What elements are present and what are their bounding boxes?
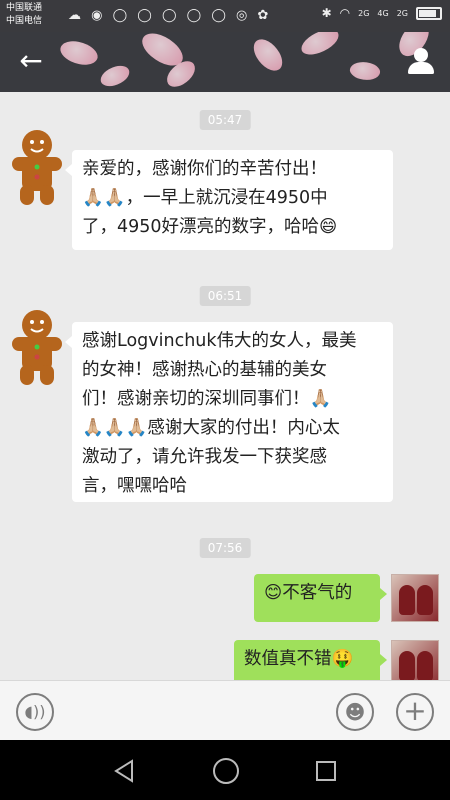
home-circle-icon[interactable] (213, 758, 239, 784)
carrier-1-label: 中国联通 (6, 3, 43, 13)
bluetooth-icon: ✱ (321, 6, 332, 20)
message-line: 😊不客气的 (264, 583, 353, 603)
user-avatar[interactable] (391, 640, 439, 680)
message-line: 🙏🏼🙏🏼🙏🏼感谢大家的付出！内心太 (82, 418, 340, 438)
sent-message-bubble[interactable]: 😊不客气的 (254, 574, 387, 622)
received-message-bubble[interactable]: 亲爱的，感谢你们的辛苦付出！ 🙏🏼🙏🏼，一早上就沉浸在4950中 了，4950好… (65, 150, 393, 250)
petal-decoration (57, 35, 101, 71)
voice-icon: ◖)) (24, 702, 46, 721)
back-button[interactable]: ← (14, 46, 48, 80)
more-button[interactable]: + (396, 693, 434, 731)
sent-message-bubble[interactable]: 数值真不错🤑 (234, 640, 387, 680)
message-line: 亲爱的，感谢你们的辛苦付出！ (82, 159, 327, 179)
message-line: 了，4950好漂亮的数字，哈哈😄 (82, 217, 338, 237)
gingerbread-avatar[interactable] (2, 127, 72, 207)
emoji-icon: ☻ (344, 700, 366, 724)
gingerbread-avatar[interactable] (2, 307, 72, 387)
message-line: 言，嘿嘿哈哈 (82, 476, 187, 496)
petal-decoration (297, 32, 343, 59)
emoji-button[interactable]: ☻ (336, 693, 374, 731)
signal-label: 4G (377, 8, 389, 18)
message-list[interactable]: 05:47 亲爱的，感谢你们的辛苦付出！ 🙏🏼🙏🏼，一早上就沉浸在4950中 了… (0, 92, 450, 680)
message-line: 🙏🏼🙏🏼，一早上就沉浸在4950中 (82, 188, 328, 208)
message-line: 们！感谢亲切的深圳同事们！🙏🏼 (82, 389, 332, 409)
message-line: 数值真不错🤑 (244, 649, 354, 669)
person-icon (414, 48, 428, 62)
triangle-back-icon[interactable] (112, 758, 138, 784)
input-bar: ◖)) ☻ + (0, 680, 450, 740)
petal-decoration (249, 33, 287, 77)
received-message-bubble[interactable]: 感谢Logvinchuk伟大的女人，最美 的女神！感谢热心的基辅的美女 们！感谢… (65, 322, 393, 502)
recent-apps-icon[interactable] (316, 761, 336, 781)
system-icons: ✱ ◠ 2G 4G 2G (322, 6, 442, 20)
message-line: 的女神！感谢热心的基辅的美女 (82, 360, 327, 380)
battery-icon (416, 6, 442, 20)
message-timestamp: 06:51 (199, 286, 251, 306)
petal-decoration (348, 58, 382, 84)
carrier-2-label: 中国电信 (6, 16, 43, 26)
user-avatar[interactable] (391, 574, 439, 622)
status-bar: 中国联通 中国电信 ☁ ◉ ◯ ◯ ◯ ◯ ◯ ◎ ✿ ✱ ◠ 2G 4G 2G (0, 0, 450, 32)
notification-icons: ☁ ◉ ◯ ◯ ◯ ◯ ◯ ◎ ✿ (68, 8, 272, 23)
carrier-labels: 中国联通 中国电信 (6, 2, 42, 28)
message-timestamp: 05:47 (199, 110, 251, 130)
message-line: 感谢Logvinchuk伟大的女人，最美 (82, 331, 357, 351)
chat-info-button[interactable] (406, 46, 436, 76)
signal-label: 2G (396, 8, 408, 18)
voice-button[interactable]: ◖)) (16, 693, 54, 731)
message-line: 激动了，请允许我发一下获奖感 (82, 447, 327, 467)
petal-decoration (98, 63, 132, 89)
chat-header: ← (0, 32, 450, 92)
system-navigation-bar (0, 740, 450, 800)
plus-icon: + (403, 694, 427, 727)
message-timestamp: 07:56 (199, 538, 251, 558)
signal-label: 2G (358, 8, 370, 18)
arrow-left-icon: ← (19, 44, 43, 77)
wifi-icon: ◠ (339, 6, 351, 20)
